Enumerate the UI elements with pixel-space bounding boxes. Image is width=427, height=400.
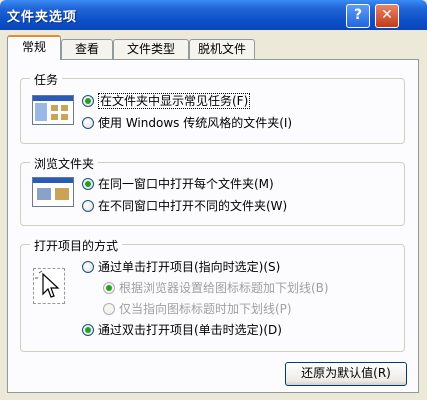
browse-preview-icon [32, 177, 74, 207]
radio-icon [82, 117, 94, 129]
option-single-click[interactable]: 通过单击打开项目(指向时选定)(S) [82, 258, 280, 276]
option-double-click[interactable]: 通过双击打开项目(单击时选定)(D) [82, 321, 282, 339]
radio-selected-icon [82, 324, 94, 336]
option-show-common-tasks[interactable]: 在文件夹中显示常见任务(F) [82, 92, 251, 110]
tasks-group [20, 78, 405, 144]
window-title: 文件夹选项 [7, 10, 78, 25]
option-new-window[interactable]: 在不同窗口中打开不同的文件夹(W) [82, 197, 287, 215]
tab-file-types[interactable]: 文件类型 [113, 39, 189, 60]
click-group-label: 打开项目的方式 [30, 237, 123, 254]
radio-selected-icon [82, 95, 94, 107]
pointer-cursor-icon [33, 268, 65, 304]
option-classic-folders[interactable]: 使用 Windows 传统风格的文件夹(I) [82, 114, 292, 132]
option-same-window[interactable]: 在同一窗口中打开每个文件夹(M) [82, 175, 274, 193]
tab-view[interactable]: 查看 [61, 39, 113, 60]
restore-defaults-button[interactable]: 还原为默认值(R) [285, 362, 407, 386]
radio-icon [103, 303, 115, 315]
browse-group-label: 浏览文件夹 [30, 155, 99, 172]
tab-general[interactable]: 常规 [7, 35, 61, 60]
radio-selected-icon [103, 282, 115, 294]
help-button[interactable]: ? [346, 4, 370, 28]
radio-selected-icon [82, 178, 94, 190]
radio-icon [82, 261, 94, 273]
tab-offline-files[interactable]: 脱机文件 [189, 39, 255, 60]
option-underline-browser[interactable]: 根据浏览器设置给图标标题加下划线(B) [103, 279, 329, 297]
radio-icon [82, 200, 94, 212]
title-bar: 文件夹选项 ? ✕ [0, 0, 427, 30]
close-button[interactable]: ✕ [375, 4, 399, 28]
tasks-preview-icon [32, 95, 74, 125]
option-underline-point[interactable]: 仅当指向图标标题时加下划线(P) [103, 300, 292, 318]
tasks-group-label: 任务 [30, 71, 63, 88]
